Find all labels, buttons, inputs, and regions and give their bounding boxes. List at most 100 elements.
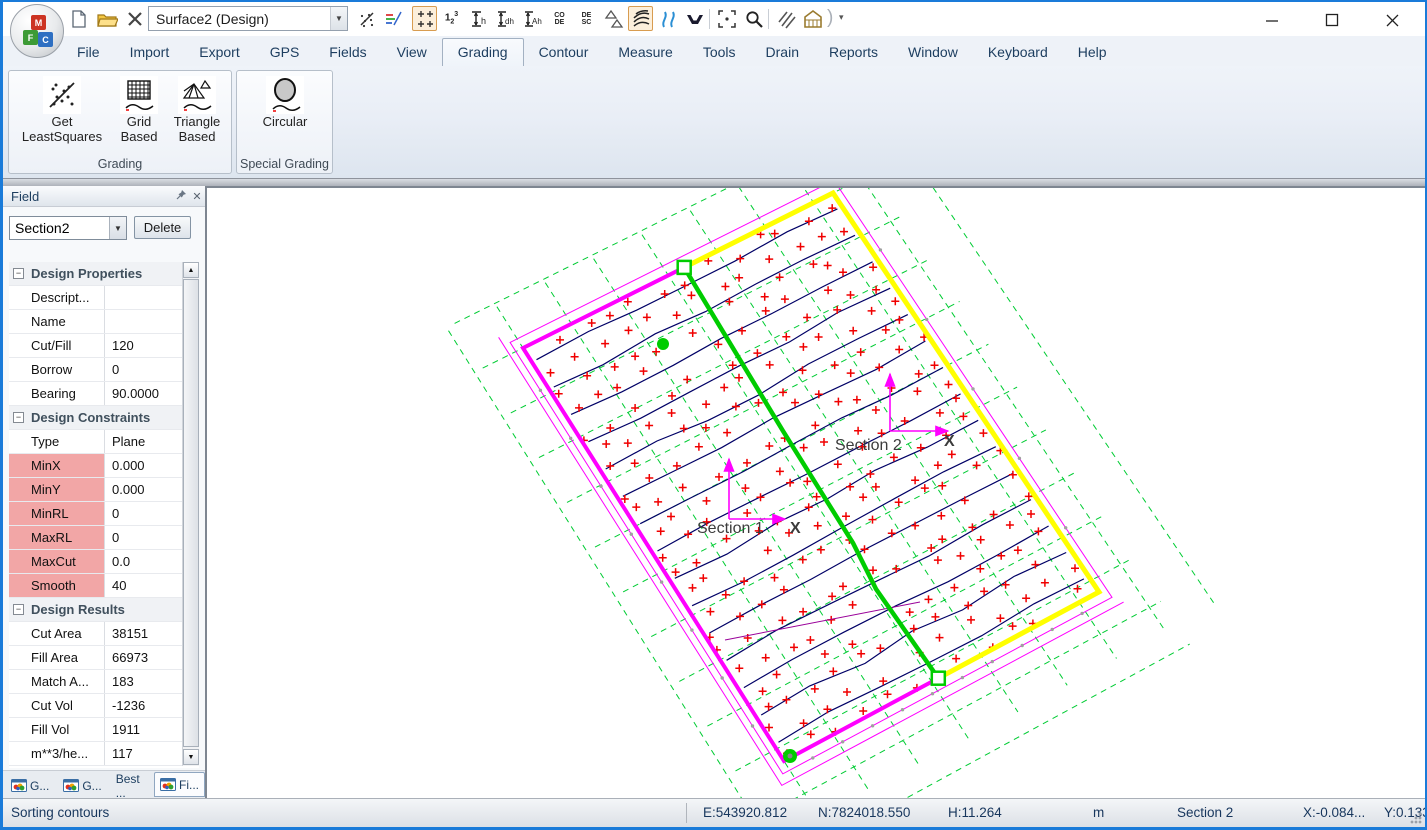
boundary-tick (720, 676, 724, 680)
property-value[interactable] (105, 286, 182, 309)
property-value[interactable]: 117 (105, 742, 182, 765)
combo-arrow-icon[interactable]: ▼ (330, 7, 347, 30)
drawing-scene[interactable]: Section 1 X Section 2 X (207, 188, 1425, 798)
property-value[interactable]: 120 (105, 334, 182, 357)
property-row: Match A... 183 (9, 670, 182, 694)
menu-measure[interactable]: Measure (603, 38, 687, 66)
minimize-button[interactable] (1261, 10, 1283, 30)
triangles-icon[interactable] (601, 6, 626, 31)
collapse-icon[interactable]: − (13, 268, 24, 279)
property-value[interactable]: 0 (105, 358, 182, 381)
resize-grip[interactable] (1410, 812, 1422, 824)
grid-based-button[interactable]: Grid Based (115, 73, 163, 144)
property-value[interactable]: 38151 (105, 622, 182, 645)
doc-tab-1[interactable]: G... (5, 774, 55, 797)
property-label: Cut Area (9, 622, 105, 645)
field-panel-title: Field (11, 188, 40, 204)
property-value[interactable]: 90.0000 (105, 382, 182, 405)
codes-icon[interactable]: CO DE (547, 6, 572, 31)
toolbar-overflow-icon[interactable]: ▾ (839, 12, 844, 23)
ribbon-group-label: Grading (97, 157, 143, 171)
new-file-icon[interactable] (66, 6, 92, 32)
design-heights-icon[interactable]: Ah (520, 6, 545, 31)
home-icon[interactable] (800, 6, 825, 31)
open-file-icon[interactable] (94, 6, 120, 32)
collapse-icon[interactable]: − (13, 604, 24, 615)
app-logo-icon[interactable]: M F C (10, 4, 64, 58)
circular-button[interactable]: Circular (251, 73, 319, 129)
toolbar-end-decor: ) (827, 7, 834, 28)
combo-arrow-icon[interactable]: ▼ (109, 217, 126, 239)
menu-keyboard[interactable]: Keyboard (973, 38, 1063, 66)
contours-icon[interactable] (628, 6, 653, 31)
property-label: MaxCut (9, 550, 105, 573)
property-value[interactable]: 1911 (105, 718, 182, 741)
property-value[interactable]: 0.000 (105, 454, 182, 477)
drawing-canvas[interactable]: Section 1 X Section 2 X (205, 186, 1425, 798)
scroll-up-icon[interactable]: ▲ (183, 262, 199, 278)
property-label: MinX (9, 454, 105, 477)
scrollbar-thumb[interactable] (183, 279, 199, 747)
property-row: Fill Area 66973 (9, 646, 182, 670)
menu-reports[interactable]: Reports (814, 38, 893, 66)
menu-fields[interactable]: Fields (314, 38, 381, 66)
show-points-icon[interactable] (412, 6, 437, 31)
panel-close-icon[interactable]: ✕ (189, 190, 205, 203)
menu-window[interactable]: Window (893, 38, 973, 66)
status-bar: Sorting contours E:543920.812 N:7824018.… (3, 798, 1425, 827)
menu-tools[interactable]: Tools (688, 38, 751, 66)
property-value[interactable] (105, 310, 182, 333)
property-value[interactable]: 0 (105, 502, 182, 525)
close-button[interactable] (1381, 10, 1403, 30)
green-point-marker (657, 338, 669, 350)
get-leastsquares-button[interactable]: Get LeastSquares (11, 73, 113, 144)
point-heights-icon[interactable]: h (466, 6, 491, 31)
menu-export[interactable]: Export (184, 38, 254, 66)
property-value[interactable]: 183 (105, 670, 182, 693)
menu-drain[interactable]: Drain (751, 38, 814, 66)
menu-import[interactable]: Import (115, 38, 185, 66)
property-value[interactable]: 66973 (105, 646, 182, 669)
channel-icon[interactable] (682, 6, 707, 31)
property-value[interactable]: 0.000 (105, 478, 182, 501)
property-grid-scrollbar[interactable]: ▲ ▼ (182, 262, 199, 766)
breaklines-icon[interactable] (655, 6, 680, 31)
hatch-icon[interactable] (773, 6, 798, 31)
sketch-points-icon[interactable] (354, 6, 379, 31)
menu-help[interactable]: Help (1063, 38, 1122, 66)
collapse-icon[interactable]: − (13, 412, 24, 423)
point-numbers-icon[interactable]: 123 (439, 6, 464, 31)
doc-tab-3[interactable]: Best ... (110, 772, 152, 800)
zoom-extents-icon[interactable] (714, 6, 739, 31)
menu-gps[interactable]: GPS (255, 38, 315, 66)
menu-grading[interactable]: Grading (441, 38, 524, 66)
descriptions-icon[interactable]: DE SC (574, 6, 599, 31)
menu-file[interactable]: File (62, 38, 115, 66)
menu-contour[interactable]: Contour (524, 38, 604, 66)
triangle-based-button[interactable]: Triangle Based (165, 73, 229, 144)
property-value[interactable]: 40 (105, 574, 182, 597)
delete-button[interactable]: Delete (134, 216, 191, 239)
doc-tab-4[interactable]: Fi... (154, 772, 205, 797)
property-section-header[interactable]: − Design Properties (9, 262, 182, 286)
property-value[interactable]: 0.0 (105, 550, 182, 573)
maximize-button[interactable] (1321, 10, 1343, 30)
property-section-header[interactable]: − Design Constraints (9, 406, 182, 430)
menu-view[interactable]: View (382, 38, 442, 66)
scroll-down-icon[interactable]: ▼ (183, 749, 199, 765)
property-value[interactable]: 0 (105, 526, 182, 549)
boundary-tick (569, 436, 573, 440)
property-value[interactable]: Plane (105, 430, 182, 453)
pin-icon[interactable] (173, 189, 189, 203)
zoom-icon[interactable] (741, 6, 766, 31)
delta-heights-icon[interactable]: dh (493, 6, 518, 31)
property-section-header[interactable]: − Design Results (9, 598, 182, 622)
property-value[interactable]: -1236 (105, 694, 182, 717)
close-file-icon[interactable] (122, 6, 148, 32)
doc-tab-2[interactable]: G... (57, 774, 107, 797)
property-row: Cut Vol -1236 (9, 694, 182, 718)
file-combo[interactable]: Surface2 (Design) ▼ (148, 6, 348, 31)
boundary-tick (925, 317, 929, 322)
section-combo[interactable]: Section2 ▼ (9, 216, 127, 240)
colored-lines-icon[interactable] (380, 6, 405, 31)
